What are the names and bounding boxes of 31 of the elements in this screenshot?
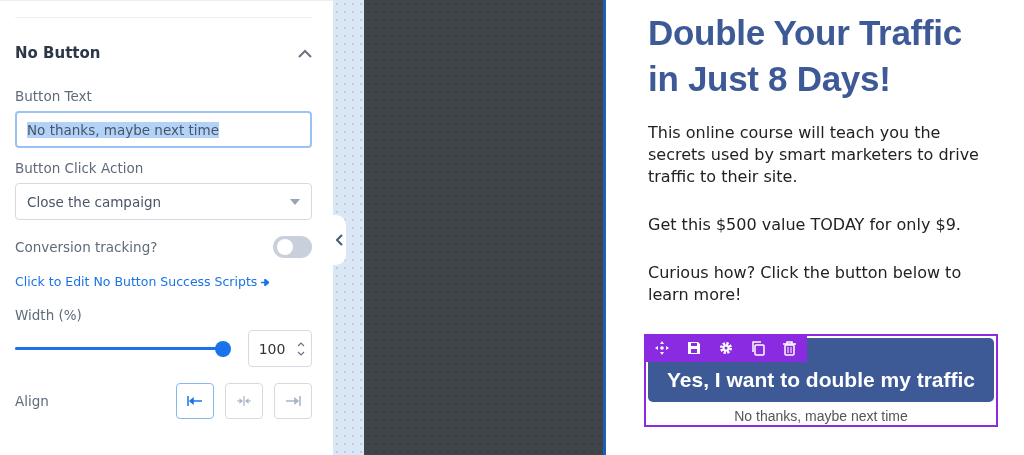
collapse-tab[interactable] <box>332 215 346 265</box>
caret-icon <box>289 198 300 205</box>
align-label: Align <box>15 393 49 409</box>
chevron-icon[interactable] <box>297 48 312 58</box>
body-text: Get this $500 value TODAY for only $9. <box>648 214 962 236</box>
save-icon[interactable] <box>687 341 701 355</box>
align-button[interactable] <box>175 383 214 419</box>
settings-icon[interactable] <box>719 341 733 355</box>
stepper-icon[interactable] <box>296 340 305 357</box>
trash-icon[interactable] <box>783 340 796 356</box>
field-label: Button Click Action <box>15 160 145 176</box>
body-text: This online course will teach you the secrets used by smart marketers to drive traffic to their site. <box>648 122 980 188</box>
number-field[interactable]: 100 <box>247 330 312 367</box>
toggle-switch[interactable] <box>272 236 312 258</box>
arrow-icon <box>261 279 270 286</box>
no-link[interactable]: No thanks, maybe next time <box>648 402 994 425</box>
toggle-label: Conversion tracking? <box>15 239 158 255</box>
align-center-icon <box>235 395 252 407</box>
field-label: Width (%) <box>15 307 83 323</box>
field-label: Button Text <box>15 88 93 104</box>
section-title: No Button <box>15 44 101 62</box>
scripts-link[interactable]: Click to Edit No Button Success Scripts <box>15 274 312 289</box>
headline: Double Your Traffic in Just 8 Days! <box>648 12 963 100</box>
move-icon[interactable] <box>655 341 669 355</box>
dropdown[interactable]: Close the campaign <box>15 183 312 220</box>
copy-icon[interactable] <box>751 340 765 356</box>
align-left-icon <box>186 395 203 407</box>
input-field[interactable]: No thanks, maybe next time <box>15 111 312 148</box>
align-right-icon <box>284 395 301 407</box>
body-text: Curious how? Click the button below to learn more! <box>648 262 963 306</box>
chevron-left-icon <box>335 234 343 246</box>
